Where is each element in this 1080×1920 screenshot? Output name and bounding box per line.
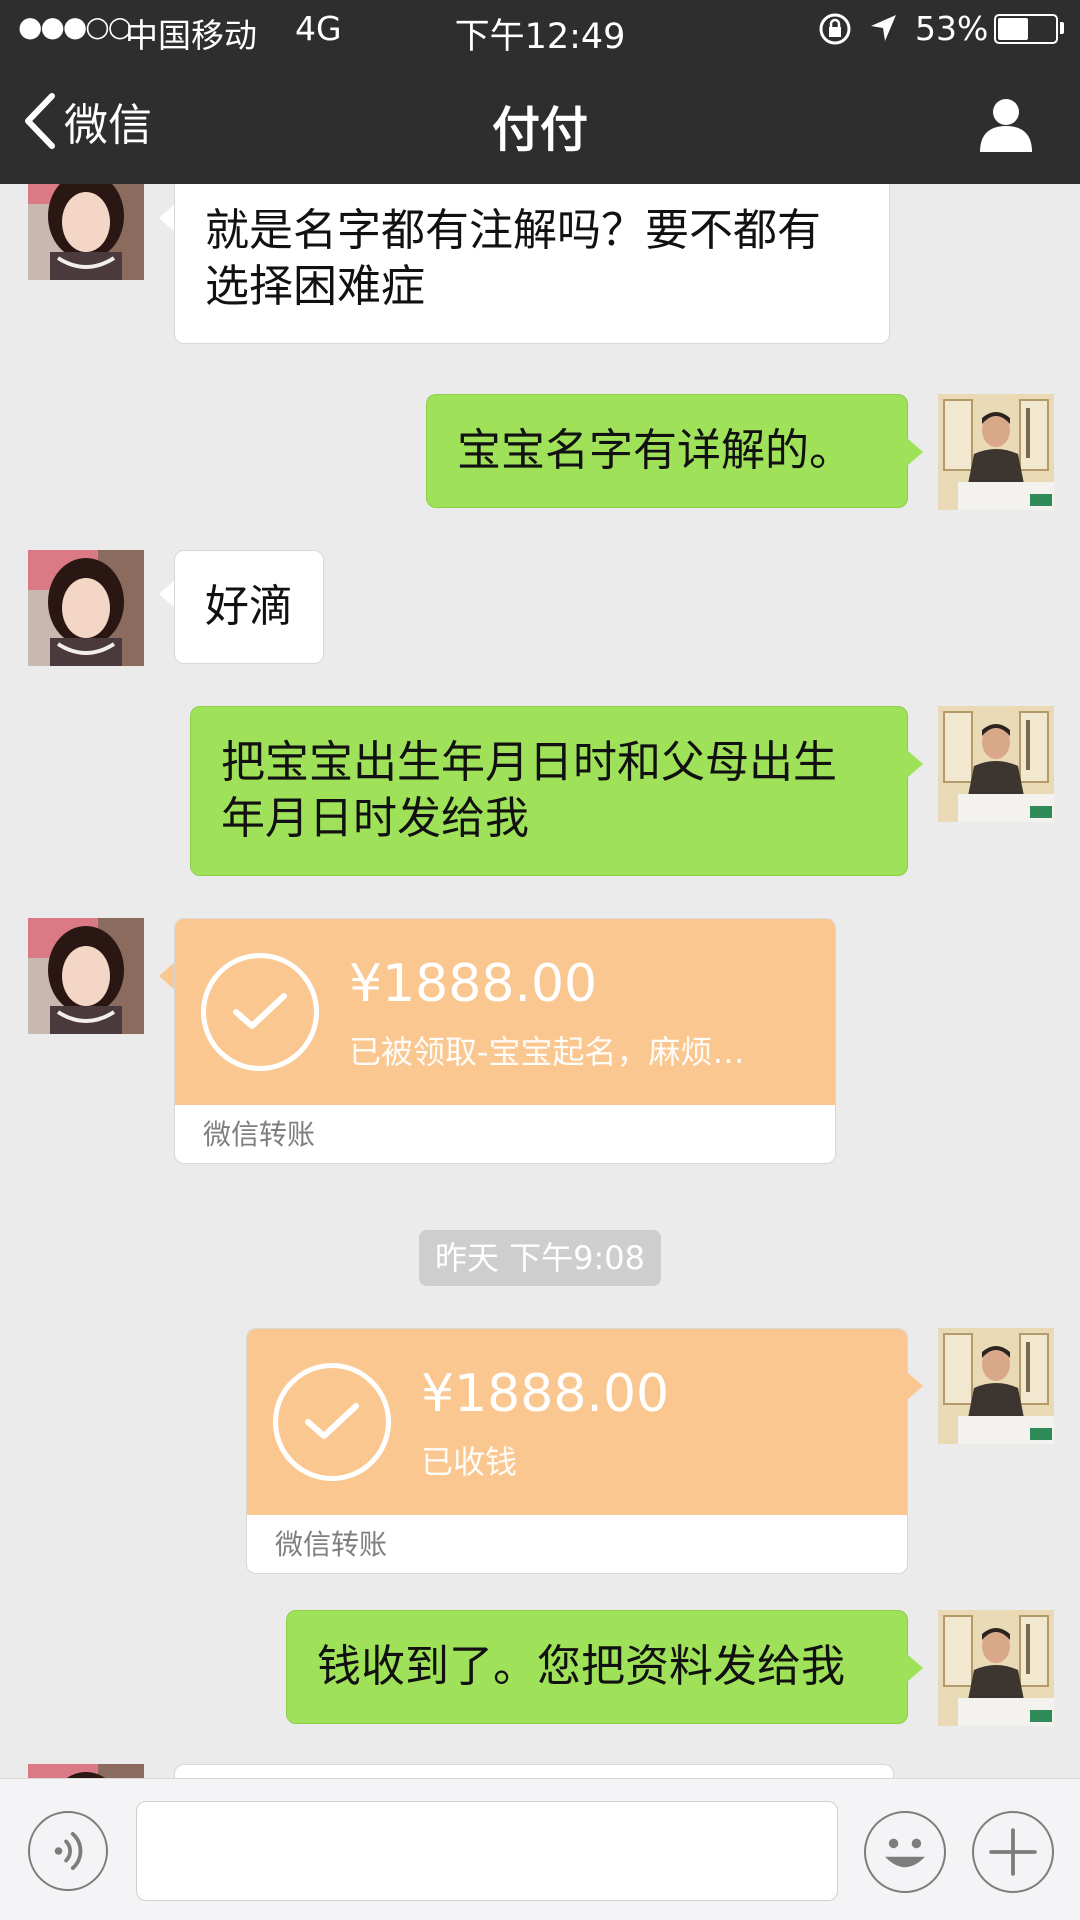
emoji-button[interactable] (864, 1811, 946, 1893)
message-bubble[interactable]: 就是名字都有注解吗？要不都有选择困难症 (174, 184, 890, 344)
voice-icon (54, 1832, 83, 1870)
message-bubble[interactable]: 宝宝名字有详解的。 (426, 394, 908, 508)
contact-avatar[interactable] (28, 918, 144, 1034)
chat-area[interactable]: 就是名字都有注解吗？要不都有选择困难症 宝宝名字有详解的。 好滴 把宝宝出生年月… (0, 184, 1080, 1778)
message-outgoing: 把宝宝出生年月日时和父母出生年月日时发给我 (0, 706, 1080, 876)
transfer-card[interactable]: ¥1888.00 已收钱 微信转账 (246, 1328, 908, 1574)
my-avatar[interactable] (938, 1328, 1054, 1444)
message-incoming: 就是名字都有注解吗？要不都有选择困难症 (0, 184, 1080, 354)
check-circle-icon (273, 1363, 391, 1481)
check-circle-icon (201, 953, 319, 1071)
transfer-status: 已收钱 (421, 1443, 518, 1481)
input-bar (0, 1778, 1080, 1920)
battery-icon (994, 14, 1058, 44)
battery-level (998, 18, 1028, 40)
timestamp: 昨天 下午9:08 (0, 1230, 1080, 1286)
message-text: 宝宝名字有详解的。 (457, 425, 853, 476)
more-button[interactable] (972, 1811, 1054, 1893)
my-avatar[interactable] (938, 706, 1054, 822)
transfer-footer: 微信转账 (203, 1118, 316, 1151)
contact-avatar[interactable] (28, 1764, 144, 1778)
chat-title: 付付 (491, 102, 588, 158)
transfer-amount: ¥1888.00 (349, 954, 598, 1014)
message-text: 钱收到了。您把资料发给我 (317, 1641, 845, 1692)
plus-icon (989, 1828, 1037, 1876)
message-incoming: 好滴 (0, 550, 1080, 666)
my-avatar[interactable] (938, 394, 1054, 510)
profile-icon[interactable] (976, 94, 1036, 154)
message-incoming-partial (0, 1764, 1080, 1778)
message-bubble[interactable] (174, 1764, 894, 1778)
message-outgoing: 钱收到了。您把资料发给我 (0, 1610, 1080, 1726)
message-outgoing: 宝宝名字有详解的。 (0, 394, 1080, 510)
status-bar: ●●●○○ 中国移动 4G 下午12:49 53% (0, 0, 1080, 60)
message-text: 把宝宝出生年月日时和父母出生年月日时发给我 (221, 737, 837, 844)
top-bar: ●●●○○ 中国移动 4G 下午12:49 53% 微信 付付 (0, 0, 1080, 184)
message-text: 就是名字都有注解吗？要不都有选择困难症 (205, 205, 821, 312)
transfer-message-incoming: ¥1888.00 已被领取-宝宝起名，麻烦… 微信转账 (0, 918, 1080, 1168)
message-bubble[interactable]: 把宝宝出生年月日时和父母出生年月日时发给我 (190, 706, 908, 876)
message-text: 好滴 (205, 581, 293, 632)
emoji-icon (885, 1838, 925, 1868)
timestamp-text: 昨天 下午9:08 (418, 1230, 662, 1286)
location-arrow-icon (871, 15, 896, 41)
message-bubble[interactable]: 好滴 (174, 550, 324, 664)
contact-avatar[interactable] (28, 550, 144, 666)
nav-bar: 微信 付付 (0, 60, 1080, 184)
message-input[interactable] (136, 1801, 838, 1901)
transfer-status: 已被领取-宝宝起名，麻烦… (349, 1033, 745, 1071)
transfer-message-outgoing: ¥1888.00 已收钱 微信转账 (0, 1328, 1080, 1578)
my-avatar[interactable] (938, 1610, 1054, 1726)
transfer-amount: ¥1888.00 (421, 1364, 670, 1424)
transfer-footer: 微信转账 (275, 1528, 388, 1561)
battery-percent: 53% (915, 9, 989, 48)
transfer-card[interactable]: ¥1888.00 已被领取-宝宝起名，麻烦… 微信转账 (174, 918, 836, 1164)
contact-avatar[interactable] (28, 184, 144, 280)
voice-button[interactable] (28, 1811, 108, 1891)
orientation-lock-icon (819, 13, 851, 45)
message-bubble[interactable]: 钱收到了。您把资料发给我 (286, 1610, 908, 1724)
battery-tip (1060, 22, 1064, 34)
